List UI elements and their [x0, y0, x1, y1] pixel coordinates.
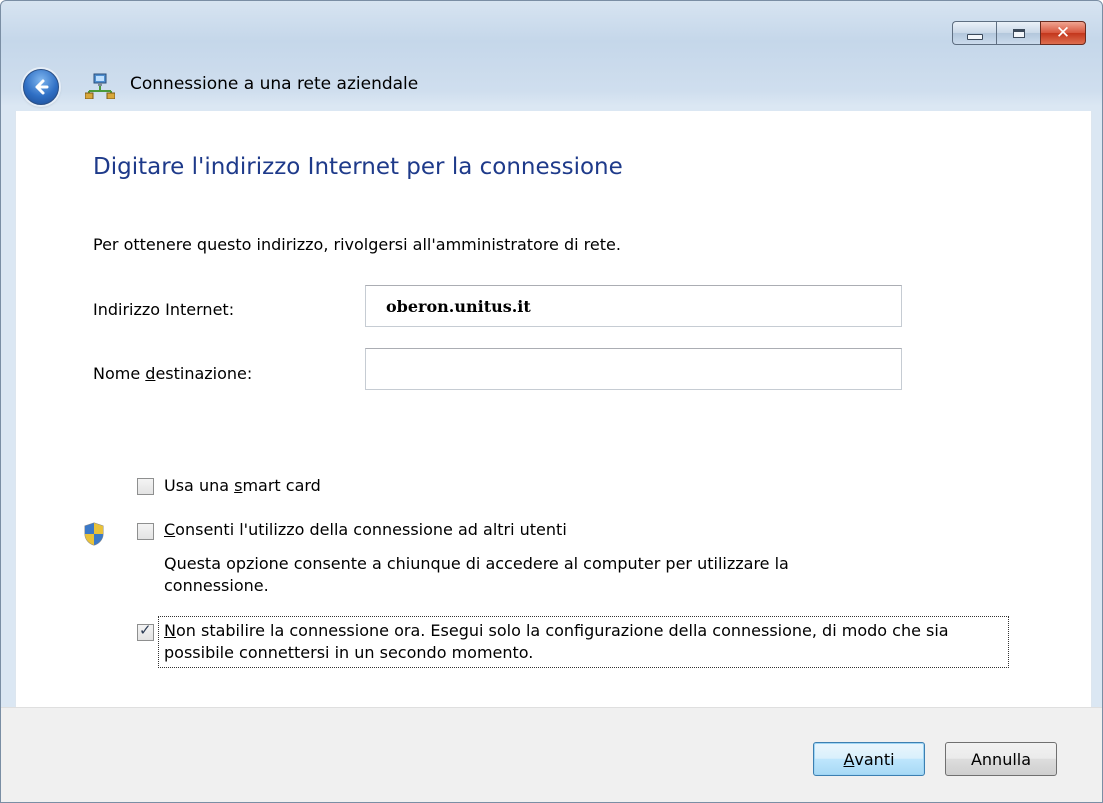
page-heading: Digitare l'indirizzo Internet per la con… — [93, 154, 623, 180]
allow-others-checkbox[interactable] — [137, 523, 154, 540]
network-connection-icon — [85, 73, 115, 99]
allow-others-label-accel: C — [164, 520, 176, 539]
internet-address-input[interactable] — [365, 285, 902, 327]
destination-name-label-before: Nome — [93, 364, 146, 383]
window-controls: ✕ — [952, 21, 1086, 45]
close-button[interactable]: ✕ — [1040, 21, 1086, 45]
navigation-bar: Connessione a una rete aziendale — [1, 61, 1102, 111]
smart-card-checkbox[interactable] — [137, 478, 154, 495]
dont-connect-now-label-accel: N — [164, 621, 176, 640]
next-button-label: vanti — [854, 749, 895, 769]
checkmark-icon: ✓ — [139, 621, 152, 639]
dont-connect-now-label-after: on stabilire la connessione ora. Esegui … — [164, 621, 949, 662]
wizard-content: Digitare l'indirizzo Internet per la con… — [15, 111, 1092, 707]
shield-icon — [84, 522, 104, 546]
next-button[interactable]: Avanti — [813, 742, 925, 776]
allow-others-label[interactable]: Consenti l'utilizzo della connessione ad… — [164, 520, 567, 539]
window-title: Connessione a una rete aziendale — [130, 74, 419, 94]
cancel-button[interactable]: Annulla — [945, 742, 1057, 776]
close-icon: ✕ — [1055, 22, 1071, 43]
destination-name-label-after: estinazione: — [155, 364, 253, 383]
minimize-icon — [966, 34, 983, 40]
instructions-text: Per ottenere questo indirizzo, rivolgers… — [93, 235, 621, 254]
destination-name-label-accel: d — [145, 364, 156, 383]
back-button[interactable] — [23, 69, 59, 105]
minimize-button[interactable] — [952, 21, 996, 45]
smart-card-label[interactable]: Usa una smart card — [164, 476, 321, 495]
next-button-accel: A — [843, 749, 855, 769]
destination-name-label: Nome destinazione: — [93, 364, 252, 383]
allow-others-description: Questa opzione consente a chiunque di ac… — [164, 554, 789, 595]
allow-others-label-after: onsenti l'utilizzo della connessione ad … — [175, 520, 567, 539]
dialog-window: ✕ Connessione a una rete aziendale Digit… — [0, 0, 1103, 803]
destination-name-input[interactable] — [365, 348, 902, 390]
internet-address-label: Indirizzo Internet: — [93, 300, 235, 319]
dont-connect-now-label[interactable]: Non stabilire la connessione ora. Esegui… — [164, 620, 1006, 664]
button-bar: Avanti Annulla — [1, 707, 1102, 802]
smart-card-label-after: mart card — [242, 476, 321, 495]
title-bar: ✕ — [1, 1, 1102, 61]
dont-connect-now-checkbox[interactable]: ✓ — [137, 621, 154, 641]
back-arrow-icon — [35, 79, 49, 95]
maximize-icon — [1012, 28, 1025, 38]
maximize-button[interactable] — [996, 21, 1040, 45]
smart-card-label-before: Usa una — [164, 476, 235, 495]
